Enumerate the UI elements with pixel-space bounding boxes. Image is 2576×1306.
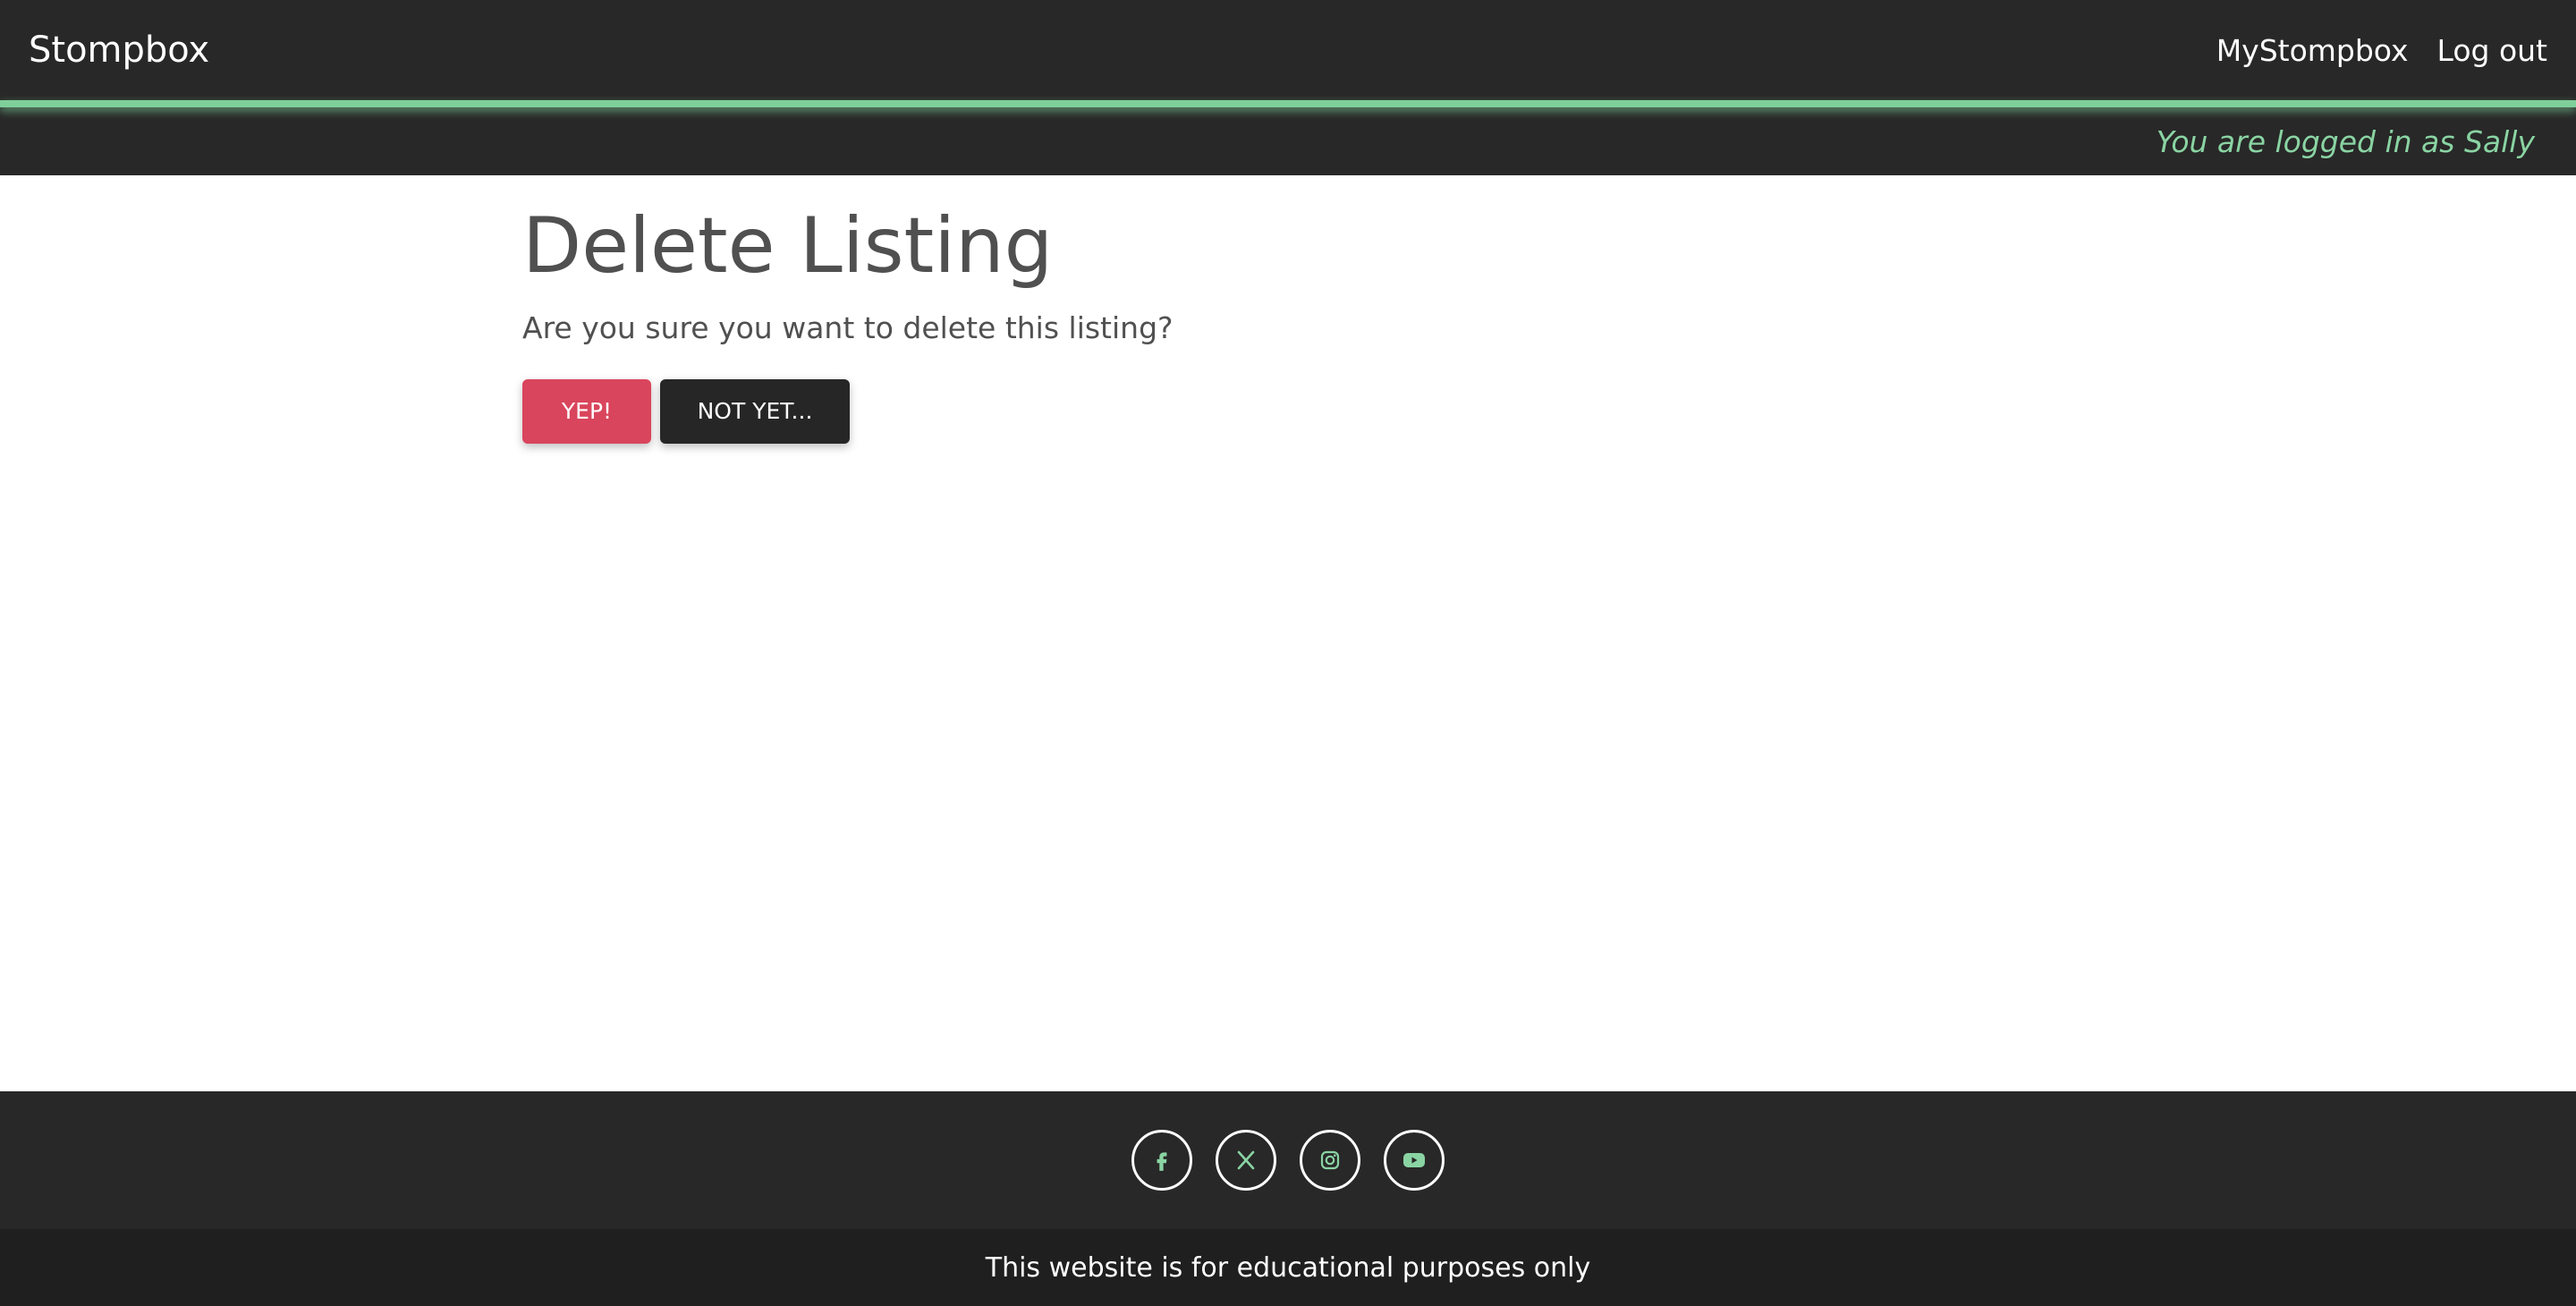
login-status-text: You are logged in as Sally [2156, 123, 2535, 159]
footer: This website is for educational purposes… [0, 1091, 2576, 1306]
main-content: Delete Listing Are you sure you want to … [0, 175, 2576, 1091]
facebook-icon [1150, 1149, 1174, 1172]
facebook-link[interactable] [1131, 1130, 1192, 1191]
x-icon [1235, 1149, 1257, 1171]
action-buttons: YEP! NOT YET... [522, 378, 2576, 444]
nav-links: MyStompbox Log out [2216, 33, 2547, 68]
accent-divider [0, 100, 2576, 107]
my-stompbox-link[interactable]: MyStompbox [2216, 33, 2409, 68]
brand-link[interactable]: Stompbox [29, 30, 209, 71]
logout-link[interactable]: Log out [2437, 33, 2547, 68]
instagram-icon [1319, 1149, 1341, 1171]
youtube-link[interactable] [1384, 1130, 1445, 1191]
top-navbar: Stompbox MyStompbox Log out [0, 0, 2576, 100]
footer-note-bar: This website is for educational purposes… [0, 1229, 2576, 1306]
page: Stompbox MyStompbox Log out You are logg… [0, 0, 2576, 1306]
footer-disclaimer: This website is for educational purposes… [985, 1251, 1591, 1284]
social-links [0, 1091, 2576, 1229]
confirm-delete-button[interactable]: YEP! [522, 378, 651, 444]
youtube-icon [1402, 1149, 1427, 1171]
page-title: Delete Listing [522, 201, 1054, 291]
login-status-bar: You are logged in as Sally [0, 107, 2576, 175]
x-link[interactable] [1216, 1130, 1276, 1191]
instagram-link[interactable] [1300, 1130, 1360, 1191]
cancel-button[interactable]: NOT YET... [660, 378, 850, 444]
delete-prompt: Are you sure you want to delete this lis… [522, 310, 1174, 345]
